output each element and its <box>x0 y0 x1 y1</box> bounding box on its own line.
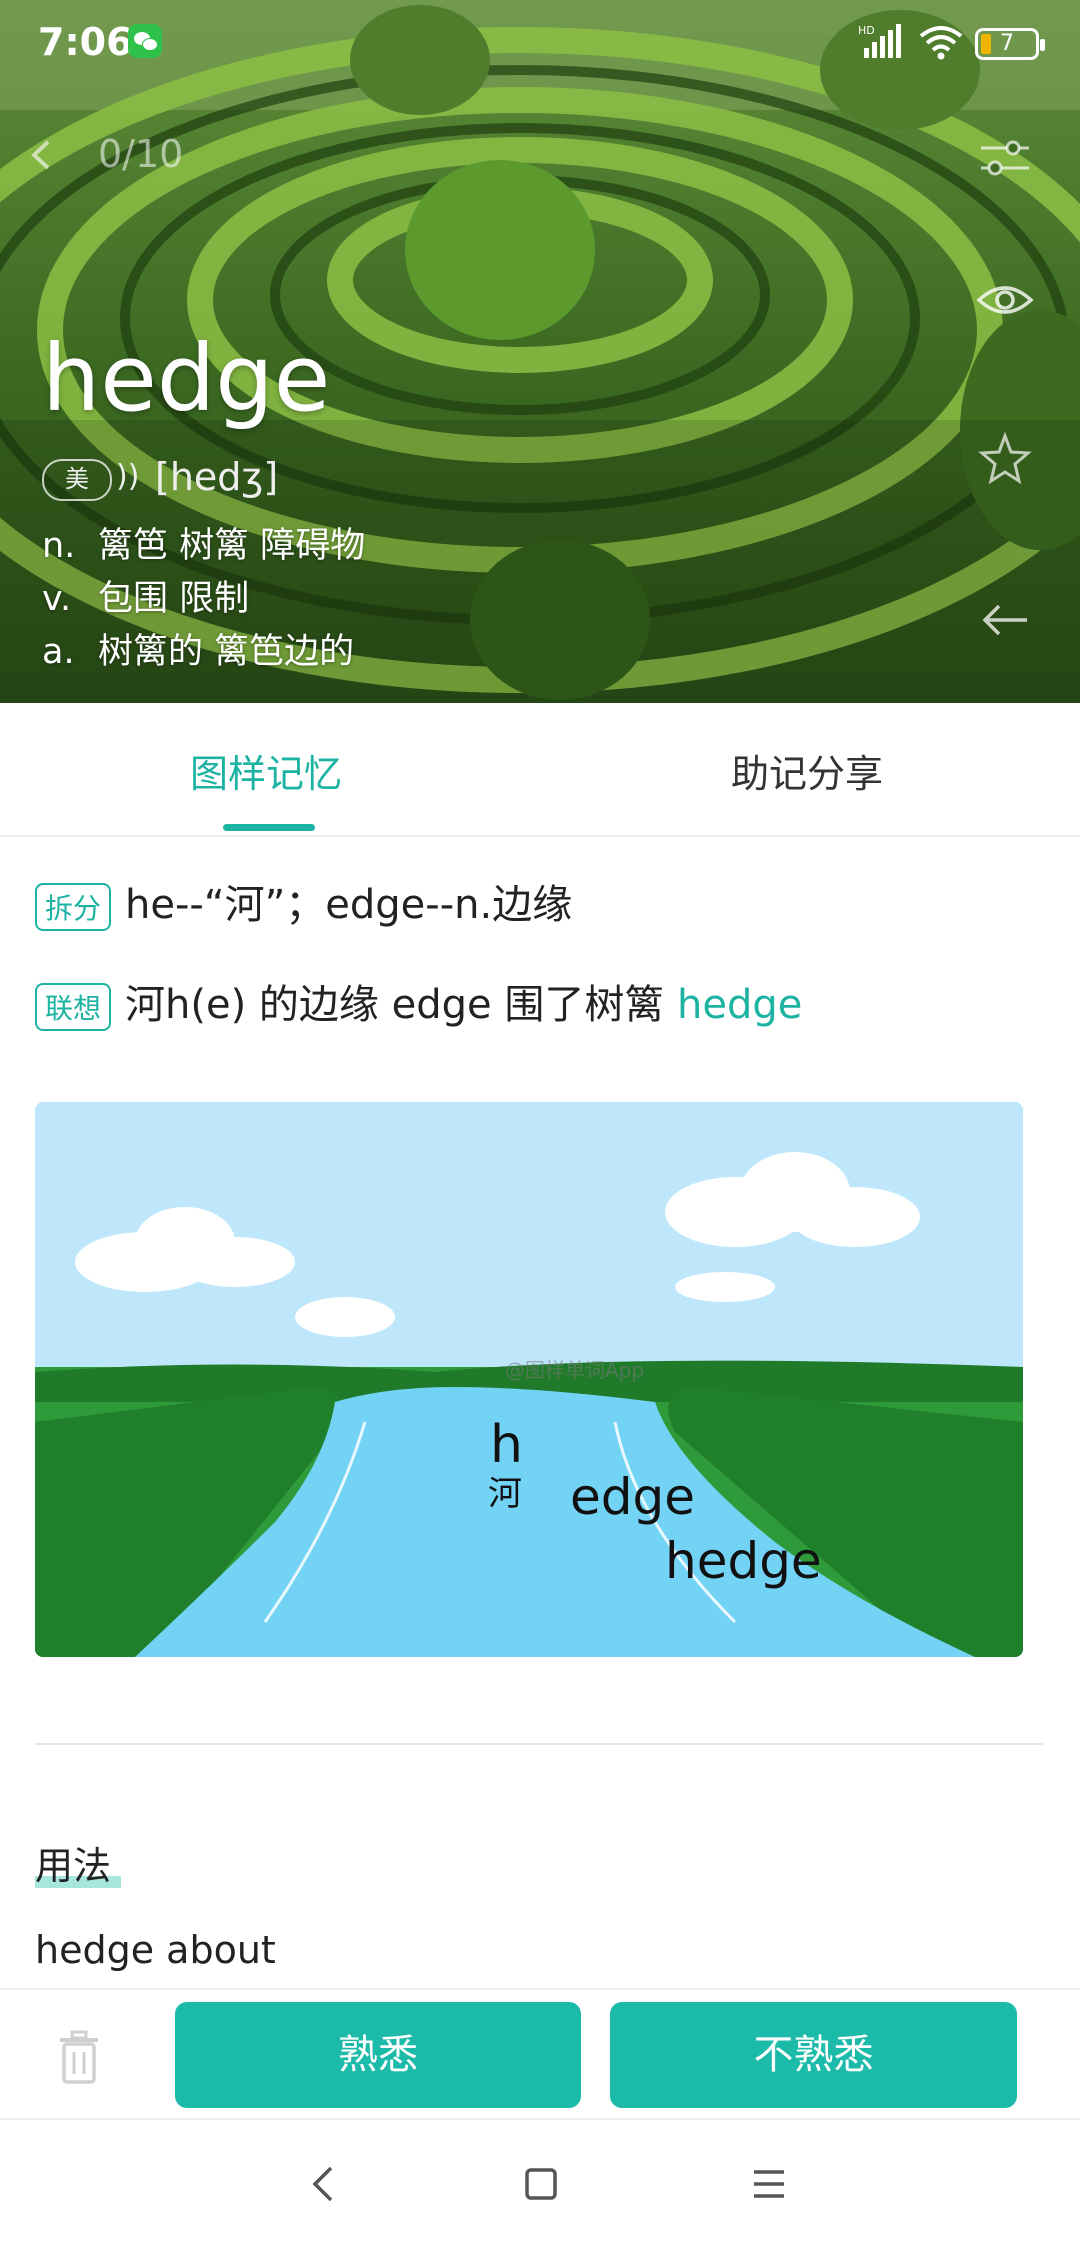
pos-label: n. <box>42 526 76 566</box>
pos-label: a. <box>42 632 75 672</box>
action-bar: 熟悉 不熟悉 <box>0 1988 1080 2120</box>
definition-text: 篱笆 树篱 障碍物 <box>98 526 366 566</box>
tab-mnemonic-share[interactable]: 助记分享 <box>731 743 883 798</box>
wechat-icon <box>128 24 162 58</box>
tab-image-memory[interactable]: 图样记忆 <box>190 743 342 798</box>
definition-row: n. 篱笆 树篱 障碍物 <box>42 520 365 573</box>
definition-text: 树篱的 篱笆边的 <box>98 632 355 672</box>
nav-home-icon[interactable] <box>523 2162 559 2206</box>
word-card-screen: 7:06 HD 7 0/10 hedge 美)) [hedʒ] n. 篱笆 树… <box>0 0 1080 2248</box>
tab-bar: 图样记忆 助记分享 <box>0 703 1080 837</box>
nav-menu-icon[interactable] <box>750 2162 788 2206</box>
usage-phrase: hedge about <box>35 1928 276 1972</box>
illustration-label-hedge: hedge <box>665 1532 822 1590</box>
association-tag: 联想 <box>35 983 112 1031</box>
status-bar: 7:06 HD 7 <box>0 0 1080 90</box>
wifi-icon <box>919 26 963 60</box>
back-arrow-icon[interactable] <box>22 130 62 180</box>
split-tag: 拆分 <box>35 883 112 931</box>
definition-row: v. 包围 限制 <box>42 573 365 626</box>
familiar-button[interactable]: 熟悉 <box>175 2002 581 2108</box>
unfamiliar-button[interactable]: 不熟悉 <box>610 2002 1017 2108</box>
definitions-list: n. 篱笆 树篱 障碍物 v. 包围 限制 a. 树篱的 篱笆边的 <box>42 520 365 679</box>
left-arrow-icon[interactable] <box>975 590 1035 650</box>
split-text: he--“河”；edge--n.边缘 <box>125 882 573 928</box>
active-tab-indicator <box>223 824 315 831</box>
battery-level: 7 <box>1000 31 1014 56</box>
trash-icon[interactable] <box>56 2030 102 2084</box>
illustration-watermark: @图样单词App <box>505 1358 644 1382</box>
illustration-label-h: h <box>490 1415 523 1475</box>
battery-icon: 7 <box>975 28 1045 60</box>
nav-back-icon[interactable] <box>305 2162 341 2206</box>
definition-row: a. 树篱的 篱笆边的 <box>42 626 365 679</box>
cell-signal-icon: HD <box>858 24 901 58</box>
star-favorite-icon[interactable] <box>975 430 1035 490</box>
usage-title: 用法 <box>35 1835 122 1890</box>
progress-counter: 0/10 <box>98 132 184 176</box>
phonetic-text: [hedʒ] <box>155 455 279 499</box>
settings-sliders-icon[interactable] <box>975 128 1035 188</box>
word-title: hedge <box>42 325 331 432</box>
mnemonic-illustration: @图样单词App h 河 edge hedge <box>35 1102 1023 1657</box>
association-row: 联想 河h(e) 的边缘 edge 围了树篱 hedge <box>35 972 802 1031</box>
region-badge: 美 <box>42 459 112 501</box>
signal-hd-label: HD <box>858 24 875 37</box>
speaker-icon[interactable]: )) <box>116 459 139 494</box>
definition-text: 包围 限制 <box>98 579 250 619</box>
association-text: 河h(e) 的边缘 edge 围了树篱 <box>125 982 678 1028</box>
pos-label: v. <box>42 579 72 619</box>
status-time: 7:06 <box>38 20 133 64</box>
illustration-label-edge: edge <box>570 1468 695 1526</box>
split-row: 拆分 he--“河”；edge--n.边缘 <box>35 872 572 931</box>
illustration-label-river: 河 <box>488 1474 522 1514</box>
hero-image-header: 7:06 HD 7 0/10 hedge 美)) [hedʒ] n. 篱笆 树… <box>0 0 1080 703</box>
eye-icon[interactable] <box>975 270 1035 330</box>
system-navigation-bar <box>0 2118 1080 2248</box>
section-divider <box>35 1743 1043 1745</box>
association-highlight: hedge <box>677 982 803 1028</box>
